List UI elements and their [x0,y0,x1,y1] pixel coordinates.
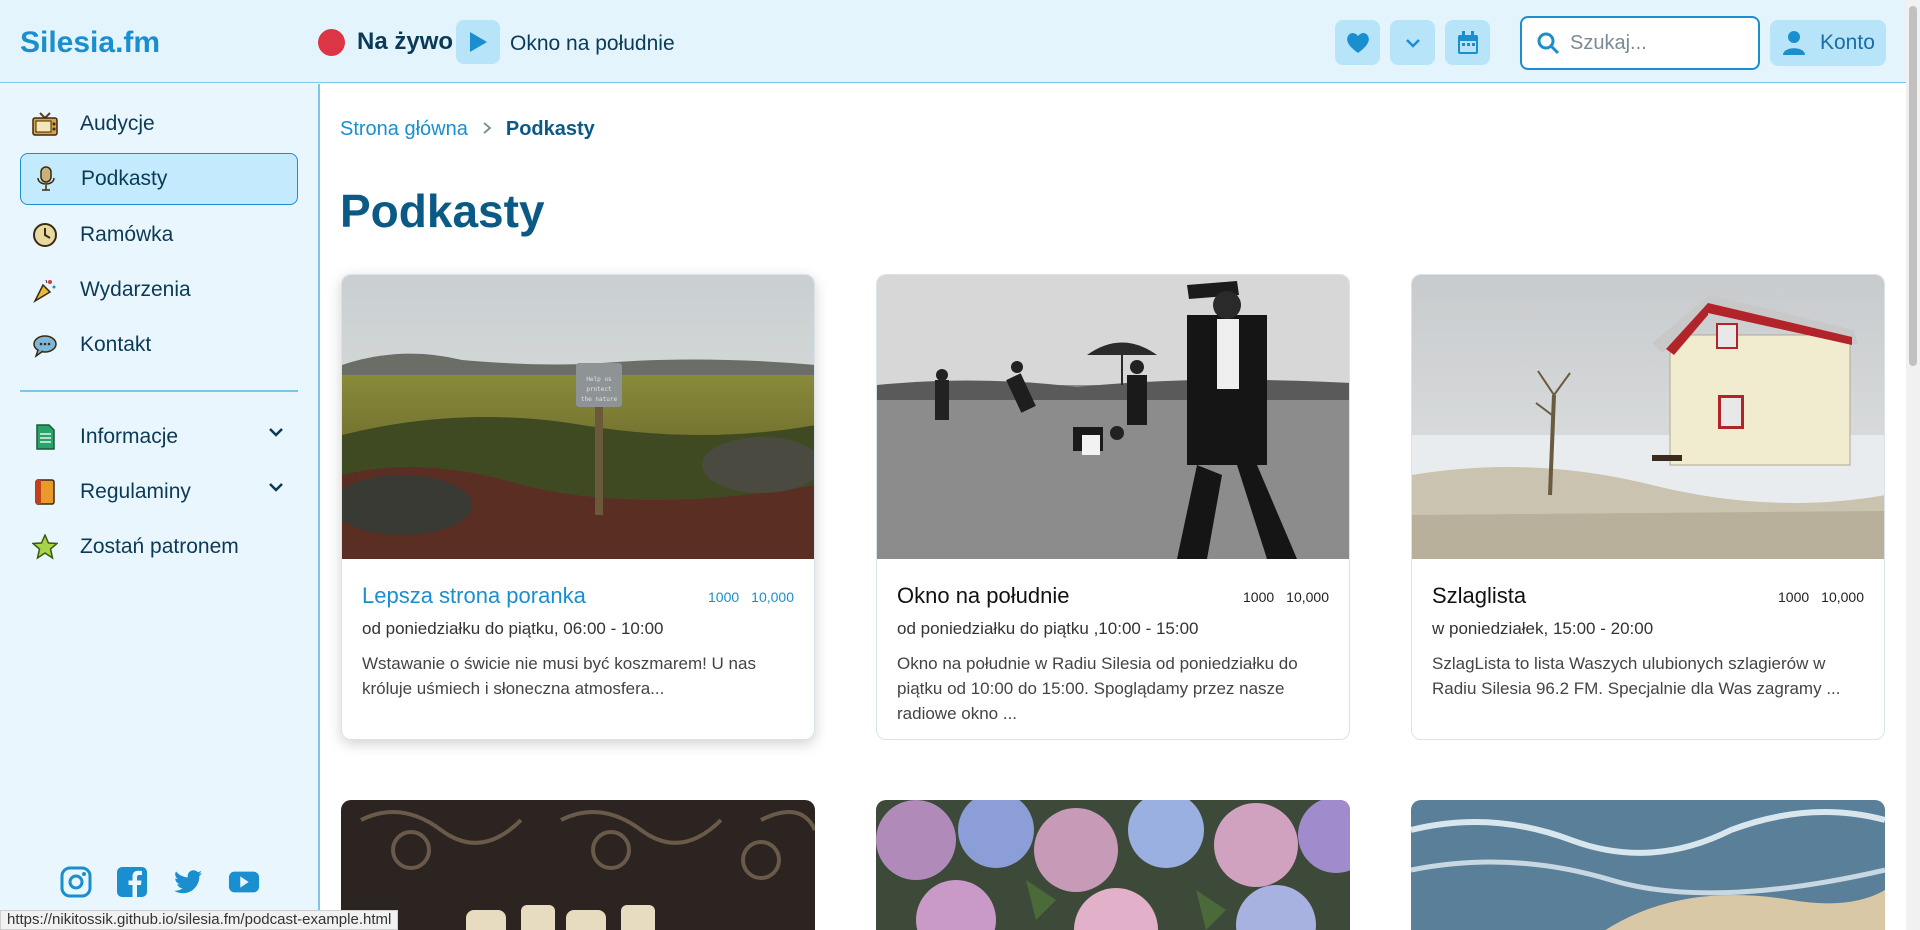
podcast-card[interactable] [1411,800,1885,930]
sidebar-item-patron[interactable]: Zostań patronem [20,521,298,573]
podcast-card-image [876,800,1350,930]
clock-icon [32,222,58,248]
chevron-right-icon [482,118,492,141]
user-icon [1783,31,1805,55]
search-box[interactable] [1520,16,1760,70]
svg-text:protect: protect [586,386,612,393]
sidebar-item-podkasty[interactable]: Podkasty [20,153,298,205]
plays-count: 10,000 [751,589,794,605]
play-icon [470,32,487,52]
podcast-card[interactable] [341,800,815,930]
podcast-card-schedule: od poniedziałku do piątku ,10:00 - 15:00 [897,619,1199,638]
sidebar-item-label: Regulaminy [80,480,191,503]
listeners-count: 1000 [708,589,740,605]
breadcrumb-current: Podkasty [505,118,595,140]
heart-icon [1346,32,1369,53]
tv-icon [32,111,58,137]
svg-text:Help us: Help us [586,376,612,383]
podcast-card-image [341,800,815,930]
now-playing-title[interactable]: Okno na południe [510,32,675,56]
brand-logo[interactable]: Silesia.fm [20,26,160,60]
sidebar-item-wydarzenia[interactable]: Wydarzenia [20,264,298,316]
sidebar-item-label: Informacje [80,425,179,448]
podcast-card-image [1411,800,1885,930]
youtube-icon[interactable] [228,866,260,898]
page-title: Podkasty [340,185,545,237]
sidebar-divider [20,390,298,392]
sidebar-item-label: Audycje [80,112,155,135]
instagram-icon[interactable] [60,866,92,898]
sidebar-item-informacje[interactable]: Informacje [20,411,298,463]
play-button[interactable] [456,20,500,64]
social-links [60,866,260,898]
sidebar-item-label: Ramówka [80,223,174,246]
podcast-card-image [1412,275,1884,559]
party-icon [32,277,58,303]
podcast-card-schedule: od poniedziałku do piątku, 06:00 - 10:00 [362,619,664,638]
podcast-card-description: Okno na południe w Radiu Silesia od poni… [897,654,1298,723]
podcast-card[interactable]: Szlaglista 1000 10,000 w poniedziałek, 1… [1411,274,1885,740]
live-indicator[interactable]: Na żywo [318,28,453,56]
speech-bubble-icon [32,332,58,358]
svg-text:the nature: the nature [581,396,618,403]
account-button[interactable]: Konto [1770,20,1886,66]
listeners-count: 1000 [1778,589,1810,605]
chevron-down-icon [269,483,283,492]
listeners-count: 1000 [1243,589,1275,605]
live-dot-icon [318,28,345,56]
account-label: Konto [1820,31,1875,54]
podcast-card-description: SzlagLista to lista Waszych ulubionych s… [1432,654,1841,698]
calendar-button[interactable] [1445,20,1490,65]
podcast-card[interactable]: Help us protect the nature Lepsza strona… [341,274,815,740]
twitter-icon[interactable] [172,866,204,898]
podcast-card-stats: 1000 10,000 [1778,589,1864,605]
document-icon [32,424,58,450]
scrollbar-thumb[interactable] [1909,6,1917,366]
search-input[interactable] [1570,31,1750,55]
podcast-card-stats: 1000 10,000 [1243,589,1329,605]
dropdown-button[interactable] [1390,20,1435,65]
breadcrumb-home-link[interactable]: Strona główna [340,118,468,141]
search-icon [1537,32,1560,55]
book-icon [32,479,58,505]
top-header: Silesia.fm Na żywo Okno na południe Kont… [0,0,1906,83]
podcast-card-schedule: w poniedziałek, 15:00 - 20:00 [1432,619,1654,638]
breadcrumb: Strona główna Podkasty [340,118,595,141]
microphone-icon [33,166,59,192]
plays-count: 10,000 [1821,589,1864,605]
podcast-card-image [877,275,1349,559]
facebook-icon[interactable] [116,866,148,898]
podcast-card[interactable] [876,800,1350,930]
sidebar-item-regulaminy[interactable]: Regulaminy [20,466,298,518]
sidebar-item-label: Zostań patronem [80,535,239,558]
podcast-card-stats: 1000 10,000 [708,589,794,605]
favorites-button[interactable] [1335,20,1380,65]
sidebar-item-label: Podkasty [81,167,168,190]
plays-count: 10,000 [1286,589,1329,605]
scrollbar[interactable] [1906,0,1920,930]
chevron-down-icon [1405,38,1420,48]
calendar-icon [1457,30,1478,54]
sidebar-item-label: Wydarzenia [80,278,191,301]
live-label: Na żywo [357,28,454,55]
podcast-card-description: Wstawanie o świcie nie musi być koszmare… [362,654,756,698]
podcast-card[interactable]: Okno na południe 1000 10,000 od poniedzi… [876,274,1350,740]
sidebar-item-ramowka[interactable]: Ramówka [20,209,298,261]
sidebar-item-label: Kontakt [80,333,152,356]
chevron-down-icon [269,428,283,437]
sidebar: Audycje Podkasty Ramówka Wydarzenia Kont… [0,84,320,930]
sidebar-item-audycje[interactable]: Audycje [20,98,298,150]
sidebar-item-kontakt[interactable]: Kontakt [20,319,298,371]
status-bar-url: https://nikitossik.github.io/silesia.fm/… [0,910,399,930]
star-icon [32,534,58,560]
podcast-card-image: Help us protect the nature [342,275,814,559]
